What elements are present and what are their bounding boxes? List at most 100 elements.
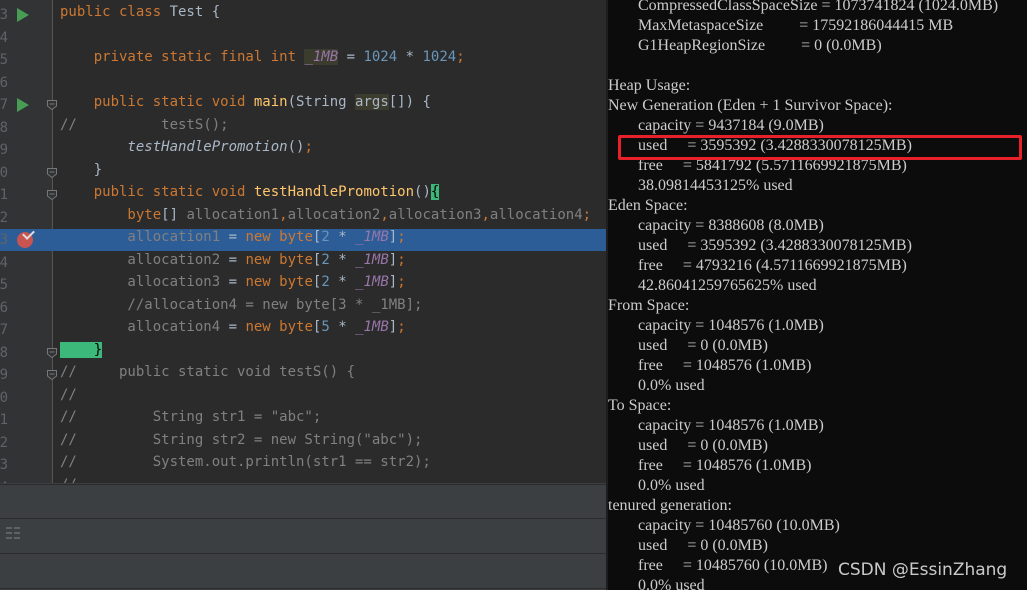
code-line[interactable]: byte[] allocation1,allocation2,allocatio…: [53, 207, 608, 229]
terminal-line: 38.09814453125% used: [638, 177, 793, 194]
code-token: =: [220, 319, 246, 335]
code-token: *: [329, 274, 356, 290]
terminal-line: free = 4793216 (4.5711669921875MB): [638, 257, 907, 274]
code-line[interactable]: allocation1 = new byte[2 * _1MB];: [53, 229, 608, 251]
code-token: []) {: [388, 94, 431, 110]
code-token: //: [60, 386, 77, 403]
code-line[interactable]: allocation4 = new byte[5 * _1MB];: [53, 319, 608, 341]
run-icon[interactable]: [17, 8, 29, 22]
code-line[interactable]: allocation2 = new byte[2 * _1MB];: [53, 252, 608, 274]
code-line[interactable]: // testS();: [53, 117, 608, 139]
code-token: _1MB: [355, 274, 389, 290]
terminal-line: 42.86041259765625% used: [638, 277, 817, 294]
code-token: 1024: [422, 49, 457, 65]
code-line[interactable]: [53, 27, 608, 49]
code-token: {: [430, 184, 440, 200]
code-token: ,: [279, 206, 288, 223]
code-token: _1MB: [355, 319, 389, 335]
line-number: 5: [0, 277, 8, 293]
code-token: ;: [397, 319, 406, 335]
code-token: public static void: [60, 94, 254, 110]
code-line[interactable]: public static void testHandlePromotion()…: [53, 184, 608, 206]
code-token: }: [60, 341, 103, 358]
run-icon[interactable]: [17, 98, 29, 112]
code-line[interactable]: //: [53, 387, 608, 409]
line-number: 0: [0, 164, 8, 181]
code-token: =: [220, 251, 246, 268]
code-line[interactable]: // System.out.println(str1 == str2);: [53, 454, 608, 476]
line-number: 1: [0, 412, 8, 428]
code-token: ]: [388, 319, 398, 335]
code-token: // System.out.println(str1 == str2);: [60, 454, 431, 470]
code-token: *: [329, 319, 356, 335]
code-token: 5: [321, 319, 330, 335]
line-number: 9: [0, 142, 8, 158]
code-token: new byte: [245, 229, 313, 245]
code-token: byte: [60, 206, 162, 223]
line-number: 2: [0, 434, 8, 451]
watermark: CSDN @EssinZhang: [838, 560, 1008, 580]
code-line[interactable]: // public static void testS() {: [53, 364, 608, 386]
code-token: *: [329, 251, 356, 268]
line-number: 7: [0, 97, 8, 113]
code-line[interactable]: public static void main(String args[]) {: [53, 94, 608, 116]
terminal-line: From Space:: [608, 297, 690, 314]
terminal-line: 0.0% used: [638, 377, 705, 394]
code-token: allocation1: [186, 206, 280, 223]
code-line[interactable]: // String str1 = "abc";: [53, 409, 608, 431]
terminal-line: used = 3595392 (3.4288330078125MB): [638, 237, 912, 254]
terminal-line: capacity = 10485760 (10.0MB): [638, 517, 840, 534]
line-number: 3: [0, 457, 8, 473]
settings-list-icon[interactable]: [6, 526, 22, 540]
code-token: main: [253, 94, 288, 110]
code-token: allocation3: [388, 206, 482, 223]
code-token: args: [355, 94, 389, 110]
line-number: 0: [0, 389, 8, 406]
code-token: //: [60, 116, 77, 133]
code-token: _1MB: [355, 251, 389, 268]
code-line[interactable]: public class Test {: [53, 4, 608, 26]
code-token: _1MB: [304, 49, 339, 65]
terminal-line: free = 10485760 (10.0MB): [638, 557, 828, 574]
code-line[interactable]: testHandlePromotion();: [53, 139, 608, 161]
terminal-line: capacity = 1048576 (1.0MB): [638, 317, 824, 334]
code-token: (): [287, 139, 305, 155]
line-number: 4: [0, 29, 8, 46]
terminal-line: free = 5841792 (5.5711669921875MB): [638, 157, 907, 174]
terminal-line: MaxMetaspaceSize = 17592186044415 MB: [638, 17, 954, 34]
code-area[interactable]: public class Test { private static final…: [53, 0, 608, 493]
code-line[interactable]: }: [53, 162, 608, 184]
code-line[interactable]: [53, 72, 608, 94]
code-editor[interactable]: 3456789012345678901234 public class Test…: [0, 0, 608, 590]
code-token: allocation2: [60, 251, 221, 268]
code-token: ;: [397, 251, 406, 268]
code-token: =: [220, 229, 246, 245]
terminal-line: Eden Space:: [608, 197, 688, 214]
line-number: 7: [0, 322, 8, 338]
terminal-line: 0.0% used: [638, 577, 705, 590]
code-token: 2: [321, 251, 330, 268]
code-line[interactable]: //allocation4 = new byte[3 * _1MB];: [53, 297, 608, 319]
code-token: (): [414, 184, 431, 200]
code-token: ,: [481, 206, 490, 223]
terminal-line: Heap Usage:: [608, 77, 691, 94]
code-token: testHandlePromotion: [253, 184, 415, 200]
code-token: new byte: [245, 251, 313, 268]
code-token: ;: [304, 139, 313, 155]
code-line[interactable]: }: [53, 341, 608, 364]
code-line[interactable]: // String str2 = new String("abc");: [53, 432, 608, 454]
code-line[interactable]: private static final int _1MB = 1024 * 1…: [53, 49, 608, 71]
code-token: testHandlePromotion: [60, 139, 288, 155]
code-token: public class: [60, 4, 170, 20]
code-token: ]: [388, 251, 398, 268]
code-token: (String: [287, 94, 356, 110]
code-token: ;: [456, 49, 465, 65]
code-token: _1MB: [355, 229, 389, 245]
line-number: 1: [0, 187, 8, 203]
annotation-highlight-box: [618, 135, 1022, 160]
code-line[interactable]: allocation3 = new byte[2 * _1MB];: [53, 274, 608, 296]
code-token: // String str1 = "abc";: [60, 409, 322, 425]
terminal-output[interactable]: CompressedClassSpaceSize = 1073741824 (1…: [608, 0, 1027, 590]
code-token: private static final int: [60, 49, 305, 65]
code-token: *: [329, 229, 356, 245]
